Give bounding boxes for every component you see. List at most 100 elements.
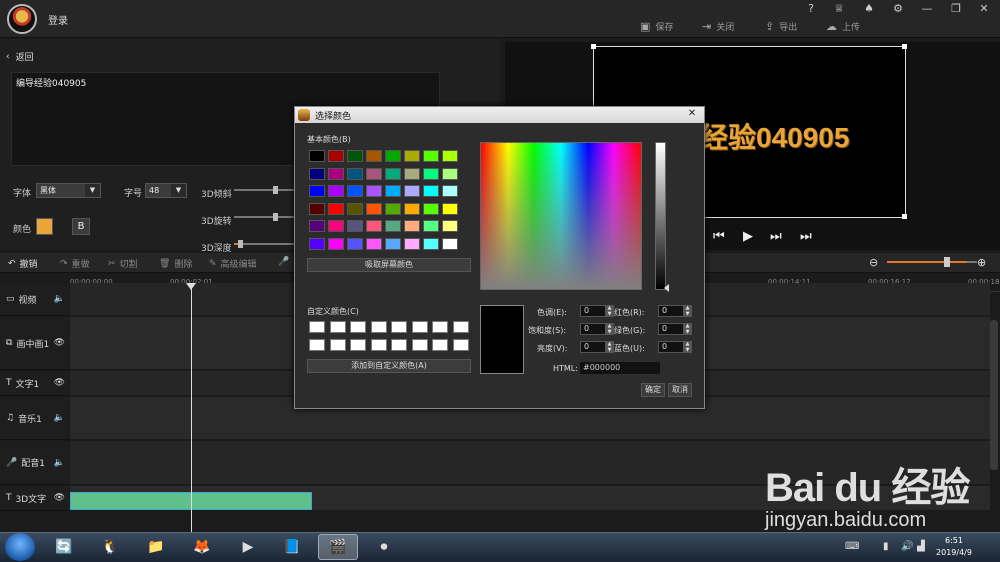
color-swatch[interactable] — [404, 150, 420, 162]
eye-icon[interactable]: 👁 — [54, 378, 65, 388]
color-swatch[interactable] — [309, 238, 325, 250]
spinner-icon[interactable]: ▲ ▼ — [605, 323, 614, 335]
color-swatch[interactable] — [385, 150, 401, 162]
color-swatch[interactable] — [328, 150, 344, 162]
zoom-slider[interactable] — [887, 257, 967, 267]
next-frame-icon[interactable]: ⏭ — [770, 229, 782, 244]
color-swatch[interactable] — [328, 185, 344, 198]
maximize-button[interactable]: ❐ — [947, 2, 965, 16]
custom-color-swatch[interactable] — [391, 321, 407, 333]
tilt-slider[interactable] — [234, 186, 294, 194]
help-icon[interactable]: ? — [802, 2, 820, 16]
color-swatch[interactable] — [309, 167, 325, 180]
green-input[interactable]: 0 ▲ ▼ — [658, 323, 692, 335]
color-swatch[interactable] — [423, 220, 439, 233]
hue-input[interactable]: 0 ▲ ▼ — [580, 305, 614, 317]
close-button[interactable]: ✕ — [975, 2, 993, 16]
custom-color-swatch[interactable] — [391, 339, 407, 351]
undo-button[interactable]: ↶ 撤销 — [8, 257, 38, 271]
color-picker-button[interactable] — [36, 218, 53, 235]
save-button[interactable]: ▣ 保存 — [640, 18, 673, 34]
color-swatch[interactable] — [385, 220, 401, 233]
color-swatch[interactable] — [347, 167, 363, 180]
custom-color-swatch[interactable] — [370, 339, 387, 351]
eye-icon[interactable]: 👁 — [54, 338, 65, 348]
custom-color-swatch[interactable] — [452, 339, 469, 351]
custom-color-swatch[interactable] — [350, 339, 366, 351]
custom-color-swatch[interactable] — [329, 339, 346, 351]
color-swatch[interactable] — [385, 167, 401, 180]
slider-knob[interactable] — [238, 240, 243, 248]
zoom-out-icon[interactable]: ⊖ — [869, 256, 878, 269]
video-editor-icon[interactable]: 🎬 — [318, 534, 358, 560]
minimize-button[interactable]: — — [918, 2, 936, 16]
end-icon[interactable]: ⏭ — [800, 229, 812, 244]
color-swatch[interactable] — [366, 238, 382, 250]
track-video[interactable]: ▭ 视频 🔈 — [0, 283, 69, 316]
html-color-input[interactable]: #000000 — [580, 362, 660, 374]
volume-icon[interactable]: 🔈 — [54, 458, 65, 468]
play-icon[interactable]: ▶ — [743, 229, 753, 244]
ok-button[interactable]: 确定 — [641, 383, 665, 397]
color-swatch[interactable] — [442, 220, 458, 233]
add-custom-color-button[interactable]: 添加到自定义颜色(A) — [307, 359, 471, 373]
color-swatch[interactable] — [385, 238, 401, 250]
luminance-bar[interactable] — [655, 142, 666, 290]
color-swatch[interactable] — [328, 167, 344, 180]
color-swatch[interactable] — [366, 185, 382, 198]
color-swatch[interactable] — [309, 220, 325, 233]
color-swatch[interactable] — [442, 238, 458, 250]
font-select[interactable]: 黑体 ▼ — [36, 183, 101, 198]
volume-icon[interactable]: 🔈 — [54, 294, 65, 304]
record-icon[interactable]: ⏺ — [364, 534, 404, 560]
color-swatch[interactable] — [328, 220, 344, 233]
depth-slider[interactable] — [234, 240, 294, 248]
spinner-icon[interactable]: ▲ ▼ — [683, 305, 692, 317]
custom-color-swatch[interactable] — [452, 321, 469, 333]
start-button[interactable] — [5, 533, 35, 561]
color-swatch[interactable] — [366, 220, 382, 233]
resize-handle[interactable] — [902, 44, 907, 49]
color-swatch[interactable] — [309, 202, 325, 215]
color-swatch[interactable] — [347, 150, 363, 162]
spinner-icon[interactable]: ▲ ▼ — [605, 341, 614, 353]
volume-icon[interactable]: 🔈 — [54, 413, 65, 423]
luminance-handle[interactable] — [664, 284, 669, 292]
qq-icon[interactable]: 🐧 — [90, 534, 130, 560]
color-swatch[interactable] — [404, 185, 420, 198]
custom-color-swatch[interactable] — [309, 321, 325, 333]
cancel-button[interactable]: 取消 — [668, 383, 692, 397]
back-button[interactable]: ‹ 返回 — [6, 50, 34, 64]
color-swatch[interactable] — [385, 202, 401, 215]
track-music[interactable]: ♫ 音乐1 🔈 — [0, 397, 69, 440]
custom-color-swatch[interactable] — [370, 321, 387, 333]
export-button[interactable]: ⇪ 导出 — [765, 18, 797, 34]
color-swatch[interactable] — [366, 167, 382, 180]
advanced-edit-button[interactable]: ✎ 高级编辑 — [209, 257, 257, 271]
spinner-icon[interactable]: ▲ ▼ — [683, 341, 692, 353]
color-swatch[interactable] — [442, 185, 458, 198]
gear-icon[interactable]: ⚙ — [889, 2, 907, 16]
resize-handle[interactable] — [902, 214, 907, 219]
slider-knob[interactable] — [273, 186, 278, 194]
system-clock[interactable]: 6:51 2019/4/9 — [930, 535, 978, 559]
pick-screen-color-button[interactable]: 吸取屏幕颜色 — [307, 258, 471, 272]
firefox-icon[interactable]: 🦊 — [182, 534, 222, 560]
spinner-icon[interactable]: ▲ ▼ — [683, 323, 692, 335]
playhead[interactable] — [191, 283, 192, 535]
zoom-in-icon[interactable]: ⊕ — [977, 256, 986, 269]
slider-knob[interactable] — [944, 257, 950, 267]
color-swatch[interactable] — [347, 220, 363, 233]
color-swatch[interactable] — [328, 238, 344, 250]
spinner-icon[interactable]: ▲ ▼ — [605, 305, 614, 317]
slider-knob[interactable] — [273, 213, 278, 221]
custom-color-swatch[interactable] — [432, 339, 448, 351]
rotate-slider[interactable] — [234, 213, 294, 221]
track-text[interactable]: T 文字1 👁 — [0, 371, 69, 396]
color-swatch[interactable] — [404, 202, 420, 215]
blue-input[interactable]: 0 ▲ ▼ — [658, 341, 692, 353]
color-swatch[interactable] — [309, 185, 325, 198]
color-swatch[interactable] — [328, 202, 344, 215]
color-swatch[interactable] — [442, 202, 458, 215]
color-swatch[interactable] — [404, 220, 420, 233]
